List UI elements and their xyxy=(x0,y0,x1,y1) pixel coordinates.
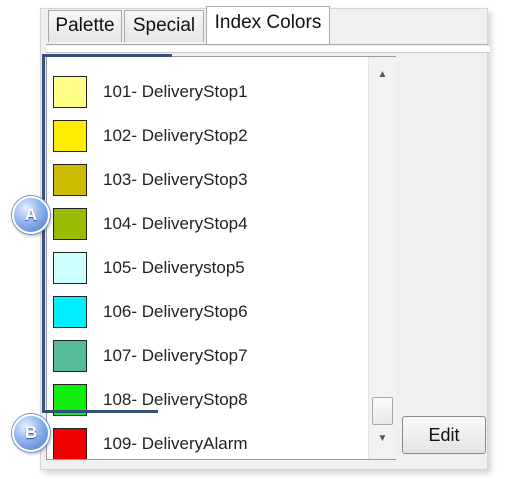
list-item[interactable]: 107- DeliveryStop7 xyxy=(47,335,377,379)
list-item-label: 103- DeliveryStop3 xyxy=(103,170,248,189)
tab-content-strip xyxy=(46,46,490,53)
color-swatch xyxy=(53,296,87,328)
tab-index-colors[interactable]: Index Colors xyxy=(206,6,330,44)
callout-a-badge: A xyxy=(12,196,50,234)
list-item[interactable]: 104- DeliveryStop4 xyxy=(47,203,377,247)
color-swatch xyxy=(53,120,87,152)
list-item-label: 102- DeliveryStop2 xyxy=(103,126,248,145)
color-swatch xyxy=(53,76,87,108)
list-item[interactable]: 102- DeliveryStop2 xyxy=(47,115,377,159)
color-swatch xyxy=(53,208,87,240)
list-item-label: 107- DeliveryStop7 xyxy=(103,346,248,365)
list-item-label: 108- DeliveryStop8 xyxy=(103,390,248,409)
color-swatch xyxy=(53,252,87,284)
color-swatch xyxy=(53,164,87,196)
scroll-thumb[interactable] xyxy=(372,397,393,425)
list-item-label: 106- DeliveryStop6 xyxy=(103,302,248,321)
scroll-down-icon[interactable]: ▼ xyxy=(369,429,396,449)
tab-special[interactable]: Special xyxy=(124,10,204,42)
color-swatch xyxy=(53,340,87,372)
callout-a-bracket-top xyxy=(42,54,172,57)
callout-b-badge: B xyxy=(12,414,50,452)
tab-strip-border xyxy=(46,44,488,45)
list-item[interactable]: 109- DeliveryAlarm xyxy=(47,423,377,459)
tab-palette[interactable]: Palette xyxy=(48,10,122,42)
scroll-up-icon[interactable]: ▲ xyxy=(369,65,396,85)
list-item-label: 101- DeliveryStop1 xyxy=(103,82,248,101)
edit-button[interactable]: Edit xyxy=(402,416,486,454)
callout-a-bracket-line xyxy=(42,54,45,412)
list-item[interactable]: 101- DeliveryStop1 xyxy=(47,71,377,115)
list-item[interactable]: 106- DeliveryStop6 xyxy=(47,291,377,335)
list-item[interactable]: 108- DeliveryStop8 xyxy=(47,379,377,423)
list-scrollbar[interactable]: ▲ ▼ xyxy=(368,57,396,459)
list-item-label: 104- DeliveryStop4 xyxy=(103,214,248,233)
list-item[interactable]: 105- Deliverystop5 xyxy=(47,247,377,291)
callout-a-bracket-bottom xyxy=(42,410,158,413)
list-item[interactable]: 103- DeliveryStop3 xyxy=(47,159,377,203)
color-swatch xyxy=(53,428,87,459)
list-item-label: 109- DeliveryAlarm xyxy=(103,434,248,453)
index-colors-list[interactable]: 101- DeliveryStop1 102- DeliveryStop2 10… xyxy=(46,56,396,460)
list-item-label: 105- Deliverystop5 xyxy=(103,258,245,277)
